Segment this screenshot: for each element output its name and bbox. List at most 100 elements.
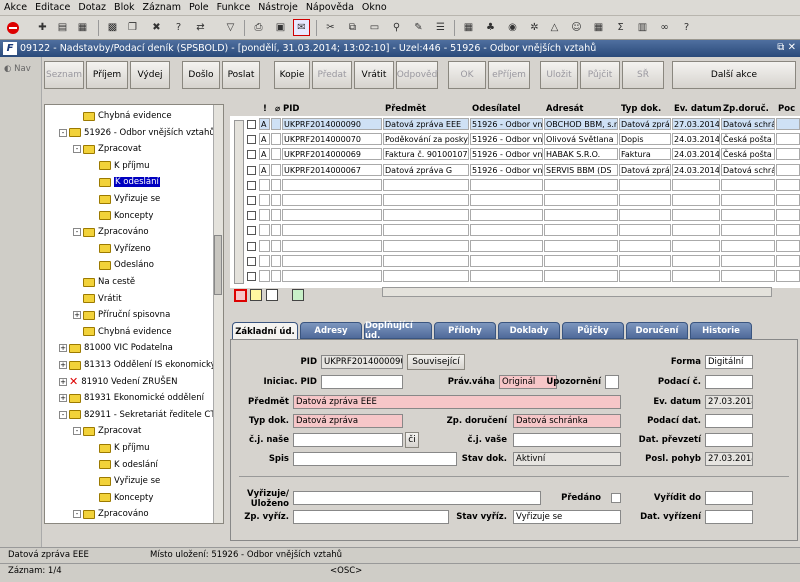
cell-zp[interactable]: Česká pošta — [721, 148, 775, 161]
menu-zaznam[interactable]: Záznam — [139, 2, 185, 13]
row-checkbox[interactable] — [247, 135, 256, 145]
row-checkbox[interactable] — [247, 165, 256, 175]
cell-poc[interactable] — [776, 209, 800, 222]
cell-predmet[interactable] — [383, 194, 469, 206]
cell-adresat[interactable] — [544, 194, 618, 206]
tree-item[interactable]: +81313 Oddělení IS ekonomických — [59, 357, 223, 373]
cell-poc[interactable] — [776, 133, 800, 146]
row-checkbox[interactable] — [247, 120, 256, 129]
row-checkbox[interactable] — [247, 196, 256, 205]
tree-item[interactable]: - Zpracovat — [73, 141, 141, 157]
cell-datum[interactable] — [672, 224, 720, 237]
lock-icon[interactable]: ▩ — [104, 19, 121, 36]
col-header-zp-doruc[interactable]: Zp.doruč. — [721, 102, 769, 116]
odpoved-button[interactable]: Odpověď — [396, 61, 438, 89]
cell-predmet[interactable] — [383, 239, 469, 252]
cj-nase-field[interactable] — [293, 433, 403, 447]
cell-pid[interactable] — [282, 209, 382, 222]
expand-icon[interactable]: + — [59, 394, 67, 403]
col-header-predmet[interactable]: Předmět — [383, 102, 426, 116]
tab-doruceni[interactable]: Doručení — [626, 322, 688, 339]
ev-datum-field[interactable]: 27.03.2014 — [705, 395, 753, 409]
tree-item[interactable]: - Zpracováno — [73, 506, 149, 522]
cell-pid[interactable] — [282, 254, 382, 267]
collapse-icon[interactable]: - — [59, 410, 67, 419]
col-header-typ[interactable]: Typ dok. — [619, 102, 661, 116]
cell-odesilatel[interactable] — [470, 194, 543, 206]
cell-adresat[interactable] — [544, 209, 618, 222]
cell-pid[interactable]: UKPRF2014000090 — [282, 118, 382, 130]
cell-pid[interactable]: UKPRF2014000070 — [282, 133, 382, 146]
menu-funkce[interactable]: Funkce — [213, 2, 255, 13]
tree-item[interactable]: Koncepty — [89, 490, 153, 506]
vyridit-do-field[interactable] — [705, 491, 753, 505]
cell-odesilatel[interactable]: 51926 - Odbor vně — [470, 163, 543, 176]
row-checkbox[interactable] — [247, 226, 256, 236]
typ-dok-field[interactable]: Datová zpráva — [293, 414, 403, 428]
cell-datum[interactable]: 24.03.2014 — [672, 148, 720, 161]
cell-typ[interactable] — [619, 224, 671, 237]
podaci-dat-field[interactable] — [705, 414, 753, 428]
pid-field[interactable]: UKPRF2014000090 — [321, 355, 403, 369]
seznam-button[interactable]: Seznam — [44, 61, 84, 89]
cell-adresat[interactable] — [544, 178, 618, 191]
legend-green-check-icon[interactable] — [292, 289, 304, 301]
tree-item[interactable]: - Zpracovat — [73, 423, 141, 439]
row-checkbox[interactable] — [247, 180, 256, 190]
settings-icon[interactable]: ✲ — [526, 19, 543, 36]
expand-icon[interactable]: + — [73, 311, 81, 320]
tab-prilohy[interactable]: Přílohy — [434, 322, 496, 339]
tree-item[interactable]: K příjmu — [89, 440, 150, 456]
cell-zp[interactable]: Datová schrár — [721, 163, 775, 176]
tree-item[interactable]: Vyřizuje se — [89, 191, 160, 207]
cell-odesilatel[interactable]: 51926 - Odbor vně — [470, 133, 543, 146]
tree-item[interactable]: Chybná evidence — [73, 324, 172, 340]
chart-icon[interactable]: △ — [546, 19, 563, 36]
print-icon[interactable]: ⎙ — [250, 19, 267, 36]
cell-adresat[interactable] — [544, 224, 618, 237]
tree-item[interactable]: Odesláno — [89, 257, 154, 273]
cell-poc[interactable] — [776, 254, 800, 267]
cell-typ[interactable] — [619, 270, 671, 282]
cell-pid[interactable] — [282, 270, 382, 282]
cell-poc[interactable] — [776, 270, 800, 282]
tree-item[interactable]: Vyřízeno — [89, 241, 151, 257]
ci-button[interactable]: či — [405, 432, 419, 448]
stav-dok-field[interactable]: Aktivní — [513, 452, 621, 466]
cell-typ[interactable]: Datová zpráv — [619, 163, 671, 176]
grid-horizontal-scrollbar[interactable] — [382, 287, 772, 297]
col-header-poc[interactable]: Poc — [776, 102, 795, 116]
tree-scrollbar[interactable] — [213, 105, 223, 523]
ulozit-button[interactable]: Uložit — [540, 61, 578, 89]
tree-item[interactable]: Na cestě — [73, 274, 135, 290]
predmet-field[interactable]: Datová zpráva EEE — [293, 395, 621, 409]
col-header-odesilatel[interactable]: Odesílatel — [470, 102, 520, 116]
help-icon[interactable]: ? — [678, 19, 695, 36]
tree-item[interactable]: - 82911 - Sekretariát ředitele CTN — [59, 407, 222, 423]
vratit-button[interactable]: Vrátit — [354, 61, 394, 89]
menu-editace[interactable]: Editace — [31, 2, 74, 13]
cell-odesilatel[interactable] — [470, 224, 543, 237]
cell-pid[interactable] — [282, 239, 382, 252]
copy-icon[interactable]: ❐ — [124, 19, 141, 36]
dalsi-akce-button[interactable]: Další akce — [672, 61, 796, 89]
cell-zp[interactable] — [721, 178, 775, 191]
cell-predmet[interactable] — [383, 270, 469, 282]
cell-typ[interactable] — [619, 178, 671, 191]
tree-item[interactable]: + Příruční spisovna — [73, 307, 170, 323]
list-icon[interactable]: ☰ — [432, 19, 449, 36]
table-row[interactable] — [230, 194, 800, 208]
print-setup-icon[interactable]: ▣ — [272, 19, 289, 36]
cell-odesilatel[interactable]: 51926 - Odbor vně — [470, 118, 543, 130]
cell-poc[interactable] — [776, 224, 800, 237]
copy-text-icon[interactable]: ⧉ — [344, 19, 361, 36]
tree-item[interactable]: K odeslání — [89, 457, 158, 473]
binoculars-icon[interactable]: ∞ — [656, 19, 673, 36]
forma-field[interactable]: Digitální — [705, 355, 753, 369]
cell-zp[interactable]: Datová schrár — [721, 118, 775, 130]
folder-open-icon[interactable]: ▤ — [54, 19, 71, 36]
tab-doplnujici[interactable]: Doplňující úd. — [364, 321, 432, 341]
legend-red-check-icon[interactable] — [234, 289, 247, 302]
row-checkbox[interactable] — [247, 150, 256, 160]
cell-poc[interactable] — [776, 178, 800, 191]
